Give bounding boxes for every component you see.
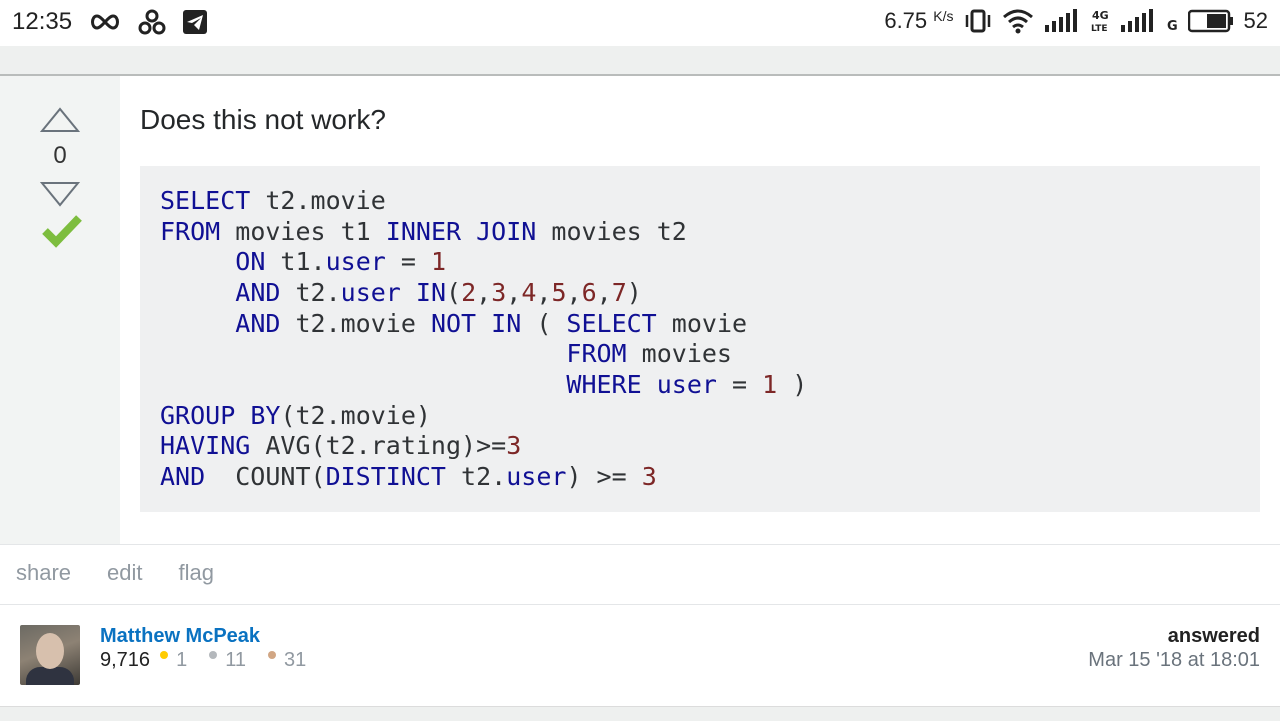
bottom-band: [0, 706, 1280, 721]
battery-percent: 52: [1243, 8, 1268, 33]
wifi-icon: [1002, 9, 1033, 34]
svg-text:4G: 4G: [1092, 9, 1109, 22]
accepted-check-icon: [42, 215, 82, 248]
silver-badge-icon: [209, 650, 218, 659]
speed-value: 6.75: [884, 8, 928, 33]
vote-column: 0: [0, 76, 120, 544]
share-link[interactable]: share: [16, 560, 71, 586]
bronze-badge-icon: [267, 650, 276, 659]
network-speed: 6.75 K/s: [884, 8, 953, 34]
gold-badge-count: 1: [176, 649, 188, 671]
answered-label: answered: [1167, 625, 1260, 647]
code-line: HAVING AVG(t2.rating)>=3: [160, 431, 522, 460]
code-line: WHERE user = 1 ): [566, 370, 808, 399]
g-icon: G: [1167, 19, 1178, 34]
top-band: [0, 46, 1280, 76]
answered-time: Mar 15 '18 at 18:01: [1088, 649, 1260, 671]
battery-icon: [1187, 9, 1233, 33]
vibrate-icon: [965, 9, 990, 33]
code-line: ON t1.user = 1: [235, 247, 447, 276]
code-line: GROUP BY(t2.movie): [160, 401, 431, 430]
gold-badge-icon: [160, 650, 169, 659]
signal-icon: [1044, 9, 1077, 32]
infinity-icon: [91, 14, 120, 30]
status-bar: 12:35 6.75 K/s 4G LTE G 52: [0, 0, 1280, 46]
telegram-icon: [183, 10, 208, 34]
downvote-button[interactable]: [40, 180, 80, 208]
4g-lte-icon: 4G LTE: [1091, 9, 1109, 34]
signal-icon: [1120, 9, 1153, 32]
speed-unit: K/s: [933, 8, 954, 24]
code-line: AND t2.movie NOT IN ( SELECT movie: [235, 309, 748, 338]
status-time: 12:35: [12, 8, 73, 35]
reputation: 9,716: [100, 649, 151, 671]
edit-link[interactable]: edit: [107, 560, 142, 586]
user-card: Matthew McPeak 9,716 1 11 31 answered Ma…: [0, 605, 1280, 705]
code-block: SELECT t2.movie FROM movies t1 INNER JOI…: [140, 166, 1260, 512]
avatar[interactable]: [20, 625, 80, 685]
answer: 0 Does this not work? SELECT t2.movie FR…: [0, 76, 1280, 544]
svg-text:LTE: LTE: [1091, 24, 1108, 34]
code-line: FROM movies t1 INNER JOIN movies t2: [160, 217, 687, 246]
pinwheel-icon: [138, 9, 166, 35]
code-line: AND COUNT(DISTINCT t2.user) >= 3: [160, 462, 657, 491]
answer-text: Does this not work?: [140, 104, 386, 135]
upvote-button[interactable]: [40, 106, 80, 134]
flag-link[interactable]: flag: [179, 560, 214, 586]
divider: [0, 544, 1280, 545]
code-line: FROM movies: [566, 339, 732, 368]
vote-count: 0: [53, 142, 67, 169]
user-name-link[interactable]: Matthew McPeak: [100, 625, 260, 648]
post-actions: share edit flag: [16, 560, 214, 586]
svg-text:G: G: [1167, 19, 1178, 34]
code-line: SELECT t2.movie: [160, 186, 386, 215]
user-stats: 9,716 1 11 31: [100, 649, 328, 672]
silver-badge-count: 11: [225, 649, 246, 671]
bronze-badge-count: 31: [283, 649, 307, 671]
code-line: AND t2.user IN(2,3,4,5,6,7): [235, 278, 642, 307]
